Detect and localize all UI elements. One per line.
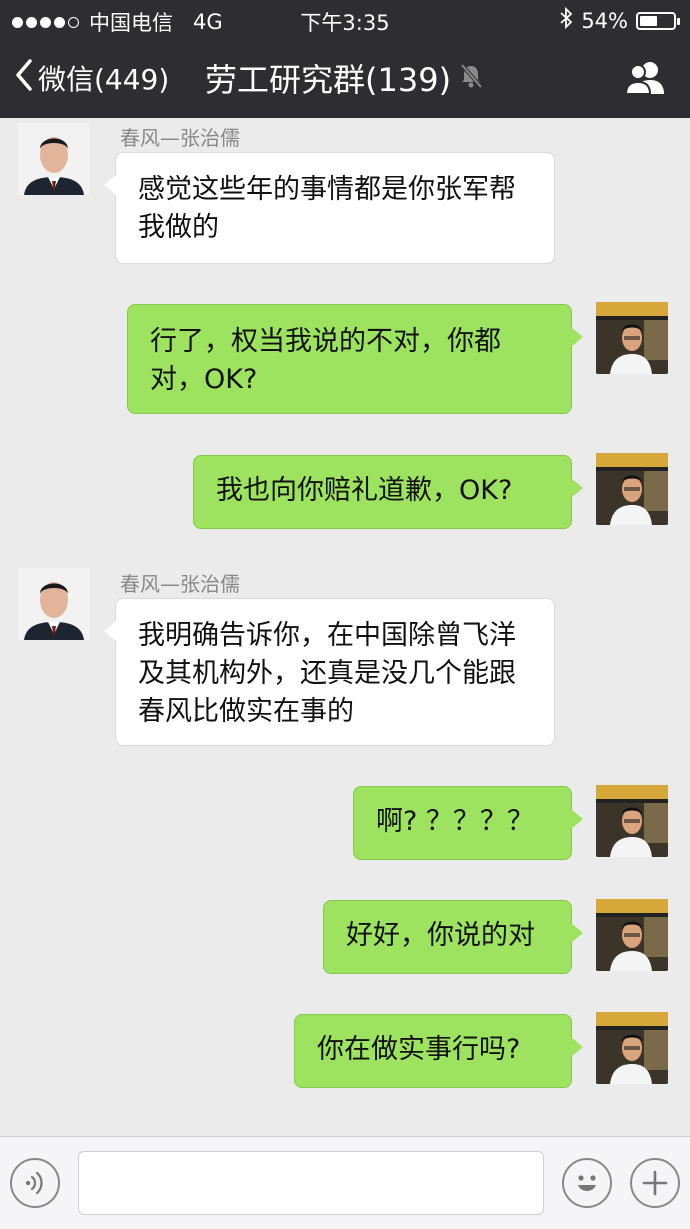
sender-name: 春风—张治儒 — [120, 572, 240, 596]
chat-area[interactable]: 春风—张治儒 感觉这些年的事情都是你张军帮我做的 行了，权当我说的不对，你都对，… — [0, 118, 690, 1136]
message-bubble[interactable]: 你在做实事行吗? — [294, 1014, 583, 1088]
avatar[interactable] — [596, 453, 668, 525]
avatar[interactable] — [18, 123, 90, 195]
battery-icon — [636, 11, 680, 30]
message-bubble[interactable]: 好好，你说的对 — [323, 900, 583, 974]
battery-fill — [640, 15, 657, 26]
mute-bell-icon — [459, 59, 483, 97]
battery-percent: 54% — [581, 8, 628, 33]
avatar[interactable] — [596, 302, 668, 374]
chevron-left-icon — [14, 58, 34, 99]
bluetooth-icon — [559, 6, 573, 34]
avatar[interactable] — [596, 899, 668, 971]
sender-name: 春风—张治儒 — [120, 126, 240, 150]
plus-icon[interactable] — [630, 1158, 680, 1208]
message-bubble[interactable]: 我也向你赔礼道歉，OK? — [193, 455, 583, 529]
avatar[interactable] — [596, 785, 668, 857]
group-members-icon[interactable] — [624, 60, 668, 100]
message-input[interactable] — [78, 1151, 544, 1215]
nav-bar: 微信(449) 劳工研究群(139) — [0, 38, 690, 118]
emoji-icon[interactable] — [562, 1158, 612, 1208]
avatar[interactable] — [596, 1012, 668, 1084]
back-button[interactable]: 微信(449) — [14, 38, 169, 118]
message-bubble[interactable]: 我明确告诉你，在中国除曾飞洋及其机构外，还真是没几个能跟春风比做实在事的 — [104, 598, 555, 746]
input-bar — [0, 1136, 690, 1229]
voice-icon[interactable] — [10, 1158, 60, 1208]
message-bubble[interactable]: 行了，权当我说的不对，你都对，OK? — [127, 304, 583, 414]
status-bar: 中国电信 4G 下午3:35 54% — [0, 0, 690, 38]
message-bubble[interactable]: 感觉这些年的事情都是你张军帮我做的 — [104, 152, 555, 264]
chat-title-group: 劳工研究群(139) — [205, 38, 483, 118]
back-label: 微信(449) — [38, 63, 170, 96]
avatar[interactable] — [18, 568, 90, 640]
message-bubble[interactable]: 啊? ？？？？ — [353, 786, 583, 860]
chat-title: 劳工研究群(139) — [205, 61, 452, 99]
status-right: 54% — [559, 6, 680, 34]
